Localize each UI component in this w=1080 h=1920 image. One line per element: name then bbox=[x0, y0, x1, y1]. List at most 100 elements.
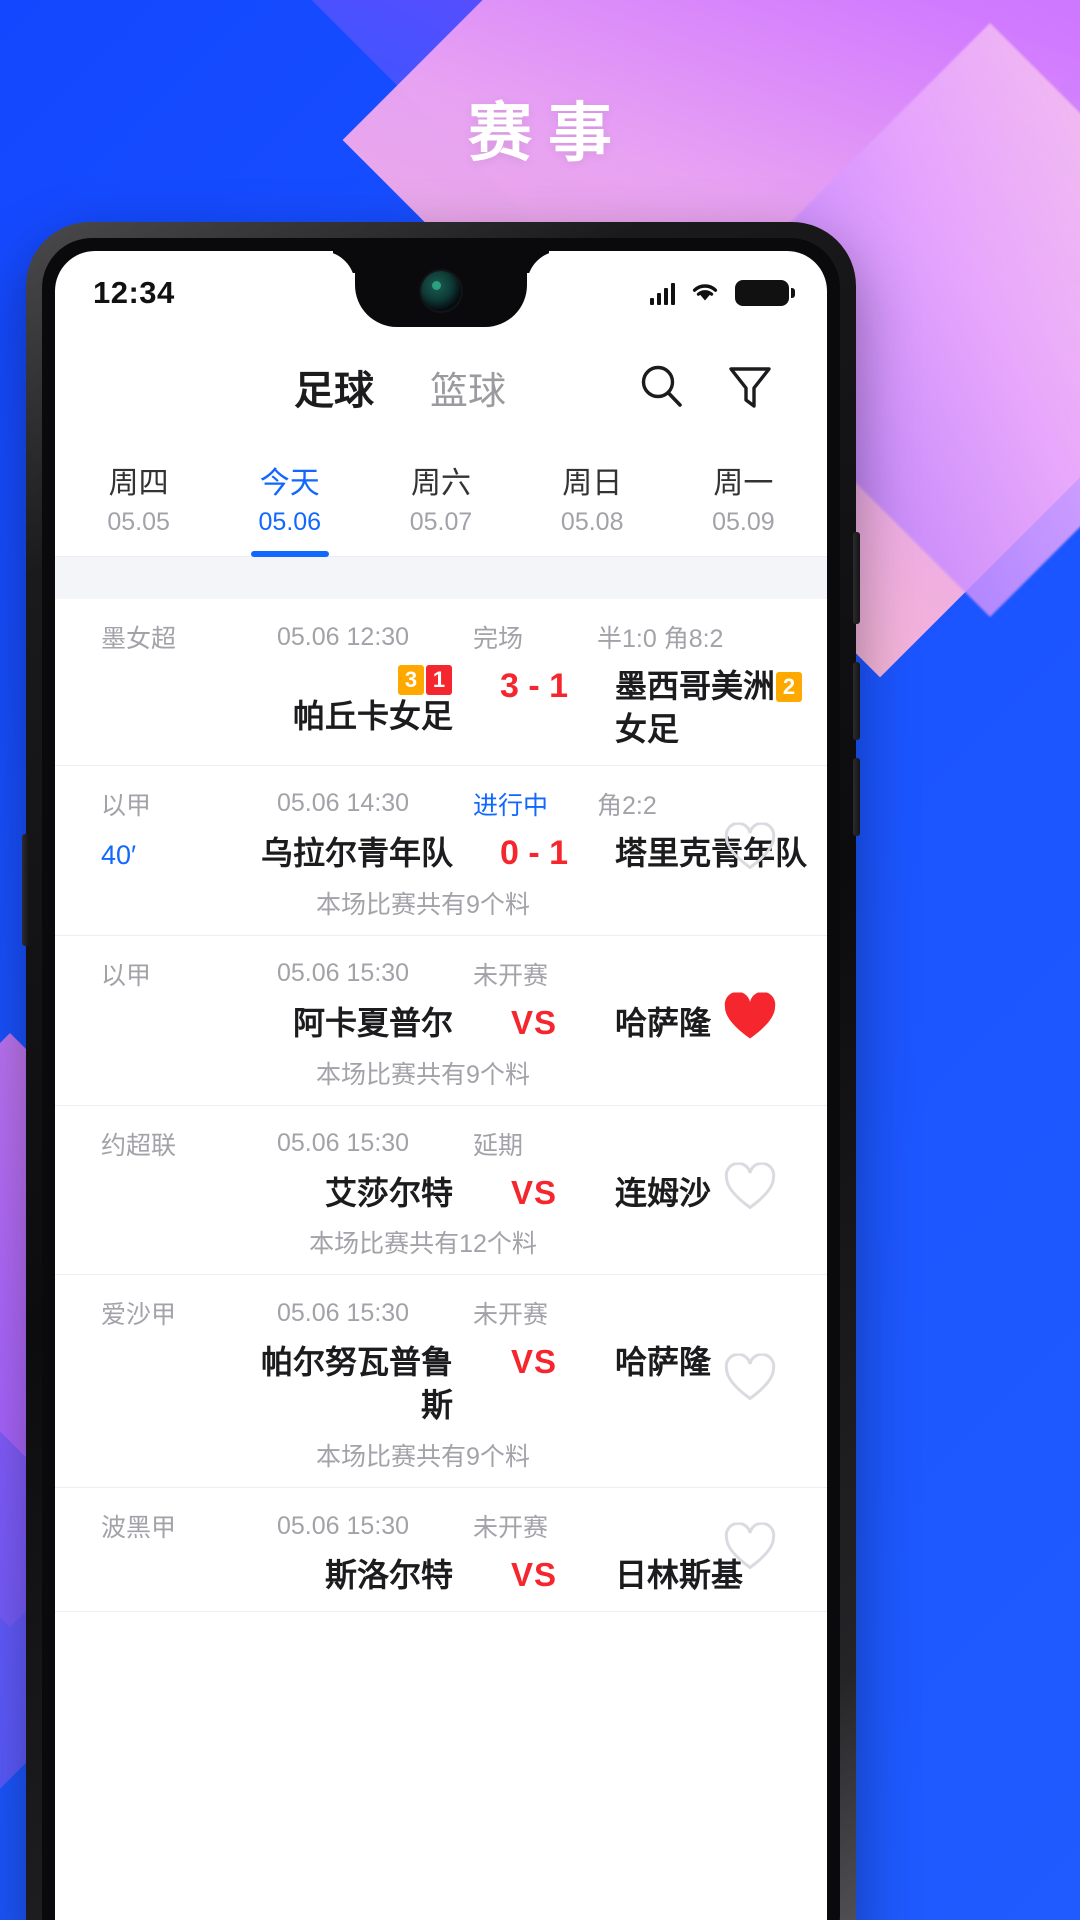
favorite-heart-icon-outline[interactable] bbox=[723, 1521, 777, 1577]
battery-icon bbox=[735, 280, 795, 306]
away-team-name: 哈萨隆 bbox=[615, 1004, 712, 1041]
away-team: 连姆沙 bbox=[615, 1172, 827, 1215]
volume-down-button[interactable] bbox=[853, 758, 860, 836]
top-navigation: 足球 篮球 bbox=[55, 335, 827, 439]
home-team-name: 阿卡夏普尔 bbox=[292, 1004, 453, 1041]
date-tab-day: 周四 bbox=[108, 467, 169, 500]
match-league: 波黑甲 bbox=[101, 1514, 177, 1543]
match-meta: 约超联 05.06 15:30 延期 bbox=[55, 1126, 827, 1162]
match-body: 艾莎尔特 VS 连姆沙 bbox=[55, 1172, 827, 1215]
status-bar-clock: 12:34 bbox=[93, 275, 175, 310]
date-tab-date: 05.09 bbox=[712, 508, 775, 536]
date-tab-active-indicator bbox=[250, 551, 329, 557]
match-body: 斯洛尔特 VS 日林斯基 bbox=[55, 1554, 827, 1597]
match-extra-stats: 角2:2 bbox=[597, 791, 657, 820]
home-team: 3 1 帕丘卡女足 bbox=[241, 665, 453, 738]
match-body: 40′ 乌拉尔青年队 0 - 1 塔里克青年队 bbox=[55, 832, 827, 875]
home-team: 艾莎尔特 bbox=[241, 1172, 453, 1215]
tab-basketball[interactable]: 篮球 bbox=[430, 360, 506, 415]
match-row[interactable]: 爱沙甲 05.06 15:30 未开赛 帕尔努瓦普鲁斯 VS 哈萨隆本场比赛共有9个料 bbox=[55, 1275, 827, 1489]
match-row[interactable]: 墨女超 05.06 12:30 完场 半1:0 角8:2 3 1 帕丘卡女足 3 - 1 墨西哥… bbox=[55, 599, 827, 766]
home-team: 帕尔努瓦普鲁斯 bbox=[241, 1341, 453, 1427]
match-body: 阿卡夏普尔 VS 哈萨隆 bbox=[55, 1002, 827, 1045]
home-team-badge: 1 bbox=[426, 665, 452, 695]
match-minute bbox=[101, 1172, 241, 1180]
match-minute bbox=[101, 665, 241, 673]
away-team: 哈萨隆 bbox=[615, 1341, 827, 1384]
match-meta: 爱沙甲 05.06 15:30 未开赛 bbox=[55, 1295, 827, 1331]
away-team: 墨西哥美洲 2 女足 bbox=[615, 665, 827, 751]
away-team-name: 墨西哥美洲 bbox=[615, 668, 776, 704]
volume-up-button[interactable] bbox=[853, 662, 860, 740]
match-league: 以甲 bbox=[101, 791, 152, 820]
match-minute: 40′ bbox=[101, 839, 137, 870]
match-tips-note[interactable]: 本场比赛共有9个料 bbox=[55, 885, 827, 921]
away-team-name: 塔里克青年队 bbox=[615, 834, 808, 871]
phone-bezel: 12:34 足球 篮球 周四 05.05 今天 05.06 周六 05.07 周… bbox=[42, 238, 840, 1920]
match-time: 05.06 15:30 bbox=[277, 959, 410, 988]
date-tab-05.06[interactable]: 今天 05.06 bbox=[214, 439, 365, 557]
match-status: 未开赛 bbox=[473, 1514, 549, 1543]
match-league: 以甲 bbox=[101, 961, 152, 990]
phone-mockup: 12:34 足球 篮球 周四 05.05 今天 05.06 周六 05.07 周… bbox=[22, 222, 860, 1920]
date-tab-day: 今天 bbox=[259, 467, 320, 500]
date-tab-05.09[interactable]: 周一 05.09 bbox=[668, 439, 819, 556]
match-row[interactable]: 以甲 05.06 14:30 进行中 角2:2 40′ 乌拉尔青年队 0 - 1 塔里克青年队… bbox=[55, 766, 827, 936]
home-team: 斯洛尔特 bbox=[241, 1554, 453, 1597]
home-team-name: 乌拉尔青年队 bbox=[260, 834, 453, 871]
date-tab-05.05[interactable]: 周四 05.05 bbox=[63, 439, 214, 556]
match-league: 墨女超 bbox=[101, 625, 177, 653]
match-time: 05.06 14:30 bbox=[277, 789, 410, 818]
match-tips-note[interactable]: 本场比赛共有9个料 bbox=[55, 1437, 827, 1473]
match-status: 延期 bbox=[473, 1131, 524, 1160]
match-minute bbox=[101, 1002, 241, 1010]
power-button[interactable] bbox=[853, 532, 860, 624]
match-tips-note[interactable]: 本场比赛共有12个料 bbox=[55, 1224, 827, 1260]
away-team-name: 哈萨隆 bbox=[615, 1344, 712, 1381]
match-row[interactable]: 以甲 05.06 15:30 未开赛阿卡夏普尔 VS 哈萨隆本场比赛共有9个料 bbox=[55, 936, 827, 1106]
tab-football[interactable]: 足球 bbox=[294, 358, 374, 416]
match-time: 05.06 15:30 bbox=[277, 1298, 410, 1327]
favorite-heart-icon-filled[interactable] bbox=[723, 991, 777, 1048]
match-meta: 以甲 05.06 14:30 进行中 角2:2 bbox=[55, 786, 827, 822]
away-team-name: 连姆沙 bbox=[615, 1174, 712, 1211]
filter-icon[interactable] bbox=[723, 360, 777, 414]
match-meta: 墨女超 05.06 12:30 完场 半1:0 角8:2 bbox=[55, 619, 827, 655]
match-status: 未开赛 bbox=[473, 961, 549, 990]
match-league: 爱沙甲 bbox=[101, 1301, 177, 1330]
date-tab-05.07[interactable]: 周六 05.07 bbox=[365, 439, 516, 556]
nav-actions bbox=[635, 360, 787, 414]
match-list: 墨女超 05.06 12:30 完场 半1:0 角8:2 3 1 帕丘卡女足 3 - 1 墨西哥… bbox=[55, 599, 827, 1612]
date-tab-date: 05.07 bbox=[409, 508, 473, 536]
home-team: 阿卡夏普尔 bbox=[241, 1002, 453, 1045]
match-league: 约超联 bbox=[101, 1131, 177, 1160]
match-tips-note[interactable]: 本场比赛共有9个料 bbox=[55, 1055, 827, 1091]
favorite-heart-icon-outline[interactable] bbox=[723, 1161, 777, 1217]
match-score: 3 - 1 bbox=[499, 667, 569, 705]
match-body: 3 1 帕丘卡女足 3 - 1 墨西哥美洲 2 女足 bbox=[55, 665, 827, 751]
match-time: 05.06 15:30 bbox=[277, 1511, 410, 1540]
home-team-name: 艾莎尔特 bbox=[324, 1174, 453, 1211]
match-minute bbox=[101, 1341, 241, 1349]
home-team-badge: 3 bbox=[398, 665, 424, 695]
match-status: 未开赛 bbox=[473, 1301, 549, 1330]
left-side-button[interactable] bbox=[22, 834, 29, 946]
match-status: 进行中 bbox=[473, 791, 549, 820]
favorite-heart-icon-outline[interactable] bbox=[723, 1353, 777, 1409]
match-row[interactable]: 约超联 05.06 15:30 延期艾莎尔特 VS 连姆沙本场比赛共有12个料 bbox=[55, 1106, 827, 1276]
phone-screen: 12:34 足球 篮球 周四 05.05 今天 05.06 周六 05.07 周… bbox=[55, 251, 827, 1920]
signal-bars-icon bbox=[650, 281, 675, 305]
date-tab-05.08[interactable]: 周日 05.08 bbox=[517, 439, 668, 556]
match-row[interactable]: 波黑甲 05.06 15:30 未开赛斯洛尔特 VS 日林斯基 bbox=[55, 1488, 827, 1612]
date-tab-day: 周一 bbox=[713, 467, 774, 500]
match-score: VS bbox=[510, 1343, 558, 1381]
match-score: 0 - 1 bbox=[499, 833, 569, 872]
status-bar: 12:34 bbox=[55, 251, 827, 335]
date-tab-date: 05.05 bbox=[107, 508, 170, 536]
match-time: 05.06 15:30 bbox=[277, 1129, 410, 1157]
home-team-name: 帕尔努瓦普鲁斯 bbox=[260, 1344, 453, 1424]
favorite-heart-icon-outline[interactable] bbox=[723, 821, 777, 878]
search-icon[interactable] bbox=[635, 360, 689, 414]
home-team-name: 斯洛尔特 bbox=[324, 1557, 453, 1594]
status-bar-icons bbox=[650, 279, 795, 308]
